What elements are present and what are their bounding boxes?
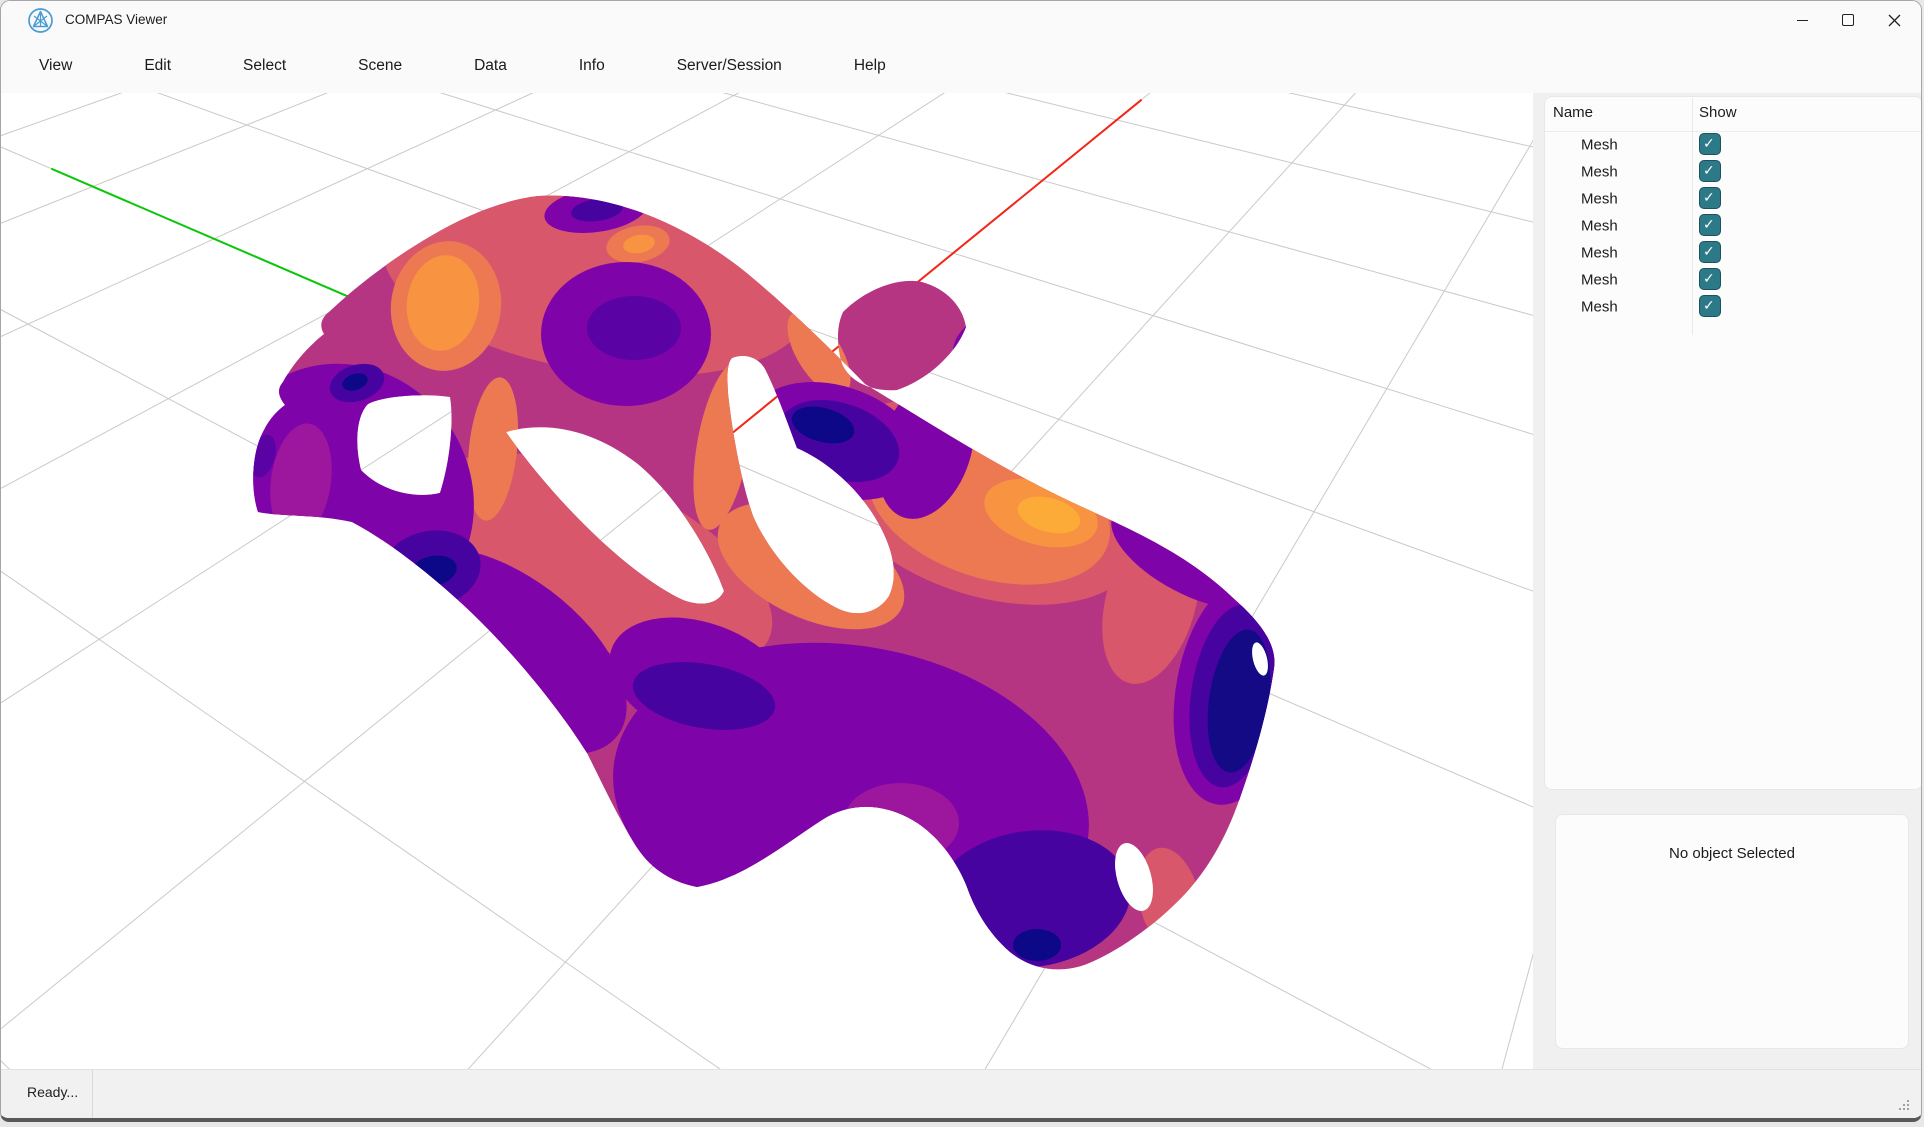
minimize-icon bbox=[1797, 20, 1808, 21]
visibility-checkbox[interactable] bbox=[1699, 241, 1721, 263]
mesh-label: Mesh bbox=[1581, 136, 1618, 153]
menu-item[interactable]: Select bbox=[207, 39, 322, 93]
viewport-canvas[interactable] bbox=[1, 93, 1533, 1069]
tree-row-mesh[interactable]: Mesh bbox=[1545, 158, 1922, 185]
mesh-label: Mesh bbox=[1581, 217, 1618, 234]
scene-tree-panel: Name Show Mesh Mesh bbox=[1544, 96, 1922, 790]
maximize-button[interactable] bbox=[1825, 1, 1871, 39]
mesh-label: Mesh bbox=[1581, 244, 1618, 261]
menu-item[interactable]: Help bbox=[818, 39, 922, 93]
menu-item[interactable]: Scene bbox=[322, 39, 438, 93]
inspector-panel: No object Selected bbox=[1555, 814, 1909, 1049]
menu-item[interactable]: View bbox=[3, 39, 108, 93]
main-area: Name Show Mesh Mesh bbox=[1, 93, 1921, 1069]
tree-row-mesh[interactable]: Mesh bbox=[1545, 131, 1922, 158]
mesh-label: Mesh bbox=[1581, 190, 1618, 207]
visibility-checkbox[interactable] bbox=[1699, 160, 1721, 182]
column-header-name[interactable]: Name bbox=[1553, 104, 1593, 121]
menu-item[interactable]: Data bbox=[438, 39, 543, 93]
status-bar: Ready... bbox=[1, 1069, 1921, 1120]
menu-item[interactable]: Info bbox=[543, 39, 641, 93]
menu-item[interactable]: Edit bbox=[108, 39, 207, 93]
menu-bar: View Edit Select Scene Data Info Server/… bbox=[3, 39, 922, 93]
visibility-checkbox[interactable] bbox=[1699, 187, 1721, 209]
tree-row-mesh[interactable]: Mesh bbox=[1545, 239, 1922, 266]
tree-header: Name Show bbox=[1545, 97, 1922, 132]
tree-row-mesh[interactable]: Mesh bbox=[1545, 266, 1922, 293]
maximize-icon bbox=[1842, 14, 1854, 26]
menu-item[interactable]: Server/Session bbox=[641, 39, 818, 93]
window-title: COMPAS Viewer bbox=[65, 12, 167, 27]
column-header-show[interactable]: Show bbox=[1699, 104, 1737, 121]
title-bar[interactable]: COMPAS Viewer bbox=[1, 1, 1921, 39]
visibility-checkbox[interactable] bbox=[1699, 295, 1721, 317]
status-separator bbox=[92, 1070, 93, 1120]
minimize-button[interactable] bbox=[1779, 1, 1825, 39]
visibility-checkbox[interactable] bbox=[1699, 133, 1721, 155]
close-icon bbox=[1888, 14, 1901, 27]
tree-row-mesh[interactable]: Mesh bbox=[1545, 185, 1922, 212]
status-text: Ready... bbox=[27, 1084, 78, 1100]
tree-row-mesh[interactable]: Mesh bbox=[1545, 212, 1922, 239]
app-window: COMPAS Viewer View Edit Select Scene Dat… bbox=[0, 0, 1922, 1122]
mesh-label: Mesh bbox=[1581, 163, 1618, 180]
sidebar: Name Show Mesh Mesh bbox=[1533, 93, 1922, 1069]
tree-row-mesh[interactable]: Mesh bbox=[1545, 293, 1922, 320]
resize-grip-icon[interactable] bbox=[1897, 1100, 1909, 1112]
car-mesh[interactable] bbox=[168, 151, 1331, 1011]
visibility-checkbox[interactable] bbox=[1699, 268, 1721, 290]
no-selection-message: No object Selected bbox=[1556, 845, 1908, 862]
mesh-label: Mesh bbox=[1581, 298, 1618, 315]
close-button[interactable] bbox=[1871, 1, 1917, 39]
mesh-label: Mesh bbox=[1581, 271, 1618, 288]
compas-logo-icon bbox=[27, 7, 54, 34]
visibility-checkbox[interactable] bbox=[1699, 214, 1721, 236]
tree-rows: Mesh Mesh Mesh bbox=[1545, 131, 1922, 320]
